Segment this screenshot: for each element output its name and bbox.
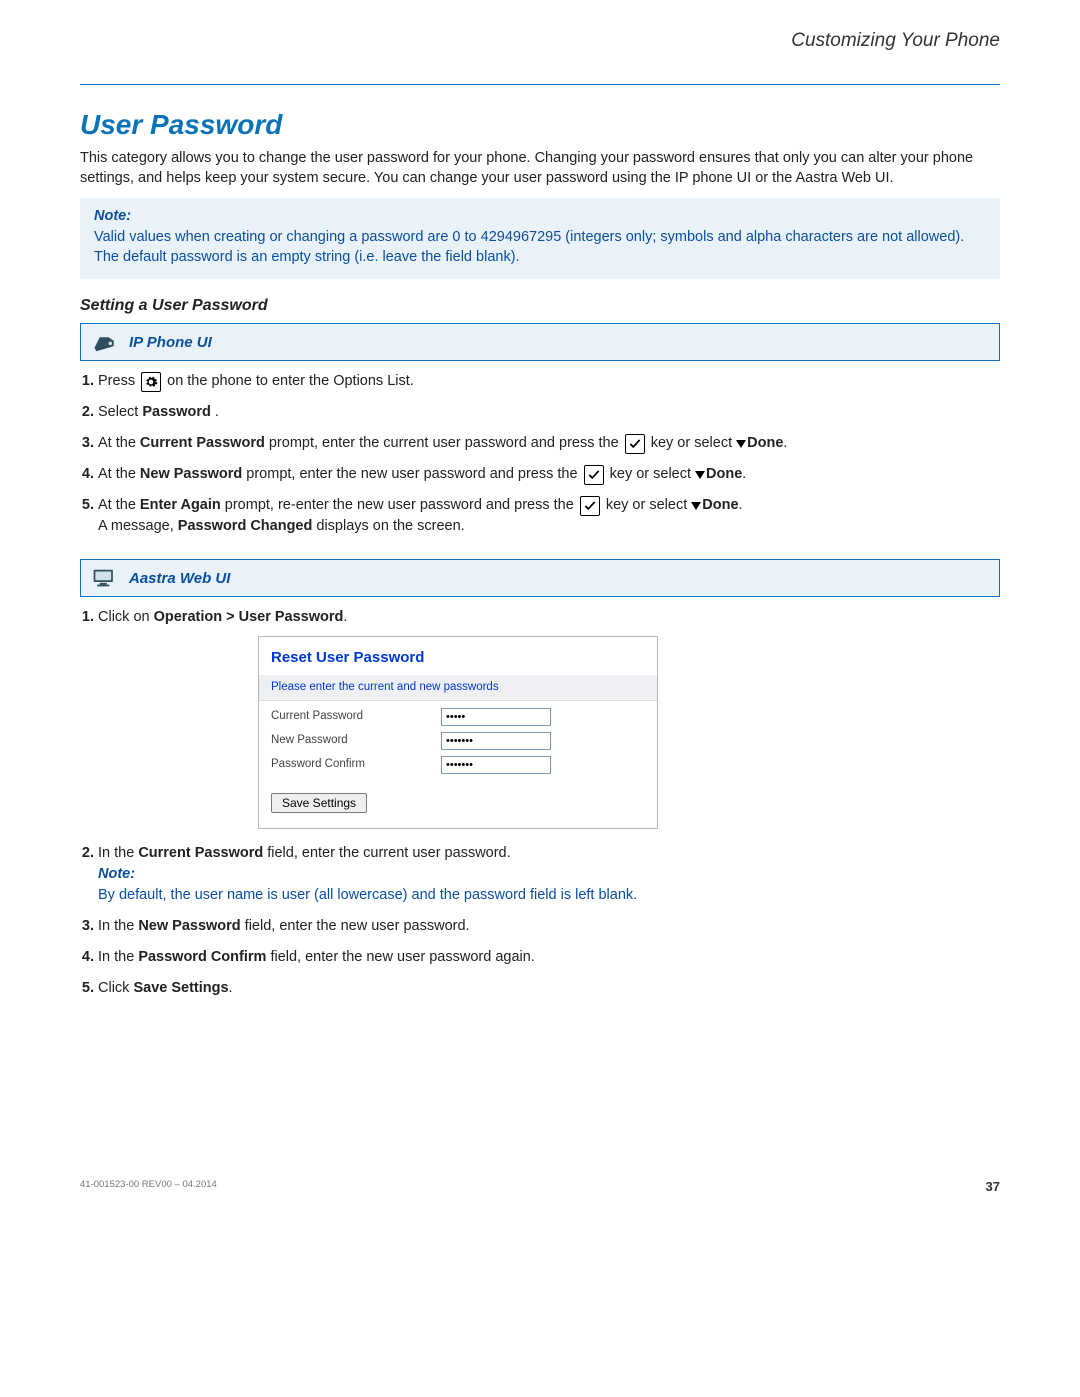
password-confirm-row: Password Confirm bbox=[259, 753, 657, 777]
ip-phone-ui-bar: IP Phone UI bbox=[80, 323, 1000, 361]
phone-step-4: At the New Password prompt, enter the ne… bbox=[98, 464, 1000, 485]
password-confirm-label: Password Confirm bbox=[271, 756, 441, 773]
check-icon bbox=[625, 434, 645, 454]
sub-heading: Setting a User Password bbox=[80, 297, 1000, 315]
inline-note-label: Note: bbox=[98, 866, 135, 882]
phone-step-2: Select Password . bbox=[98, 402, 1000, 423]
doc-revision: 41-001523-00 REV00 – 04.2014 bbox=[80, 1179, 217, 1194]
note-body: Valid values when creating or changing a… bbox=[94, 228, 986, 267]
phone-step-1: Press on the phone to enter the Options … bbox=[98, 371, 1000, 392]
down-arrow-icon bbox=[691, 502, 701, 510]
down-arrow-icon bbox=[736, 440, 746, 448]
header-rule bbox=[80, 84, 1000, 85]
new-password-row: New Password bbox=[259, 729, 657, 753]
page-title: User Password bbox=[80, 109, 1000, 141]
down-arrow-icon bbox=[695, 471, 705, 479]
inline-note-body: By default, the user name is user (all l… bbox=[98, 887, 637, 903]
aastra-web-ui-label: Aastra Web UI bbox=[129, 570, 230, 587]
gear-icon bbox=[141, 372, 161, 392]
phone-step-3: At the Current Password prompt, enter th… bbox=[98, 433, 1000, 454]
phone-icon bbox=[91, 330, 119, 354]
web-step-1: Click on Operation > User Password. Rese… bbox=[98, 607, 1000, 828]
screenshot-title: Reset User Password bbox=[259, 637, 657, 675]
monitor-icon bbox=[91, 566, 119, 590]
current-password-label: Current Password bbox=[271, 708, 441, 725]
screenshot-subtitle: Please enter the current and new passwor… bbox=[259, 675, 657, 701]
web-step-2: In the Current Password field, enter the… bbox=[98, 843, 1000, 906]
aastra-web-ui-bar: Aastra Web UI bbox=[80, 559, 1000, 597]
web-step-5: Click Save Settings. bbox=[98, 978, 1000, 999]
new-password-input[interactable] bbox=[441, 732, 551, 750]
page-footer: 41-001523-00 REV00 – 04.2014 37 bbox=[80, 1179, 1000, 1194]
phone-step-5: At the Enter Again prompt, re-enter the … bbox=[98, 495, 1000, 537]
note-box: Note: Valid values when creating or chan… bbox=[80, 198, 1000, 279]
save-settings-button[interactable]: Save Settings bbox=[271, 793, 367, 813]
new-password-label: New Password bbox=[271, 732, 441, 749]
web-steps-list: Click on Operation > User Password. Rese… bbox=[80, 607, 1000, 999]
note-label: Note: bbox=[94, 208, 986, 224]
current-password-row: Current Password bbox=[259, 705, 657, 729]
running-header: Customizing Your Phone bbox=[80, 30, 1000, 60]
web-step-3: In the New Password field, enter the new… bbox=[98, 916, 1000, 937]
web-step-4: In the Password Confirm field, enter the… bbox=[98, 947, 1000, 968]
check-icon bbox=[580, 496, 600, 516]
reset-password-screenshot: Reset User Password Please enter the cur… bbox=[258, 636, 658, 828]
intro-paragraph: This category allows you to change the u… bbox=[80, 149, 1000, 188]
check-icon bbox=[584, 465, 604, 485]
ip-phone-ui-label: IP Phone UI bbox=[129, 334, 212, 351]
page-number: 37 bbox=[986, 1179, 1000, 1194]
current-password-input[interactable] bbox=[441, 708, 551, 726]
password-confirm-input[interactable] bbox=[441, 756, 551, 774]
phone-steps-list: Press on the phone to enter the Options … bbox=[80, 371, 1000, 537]
